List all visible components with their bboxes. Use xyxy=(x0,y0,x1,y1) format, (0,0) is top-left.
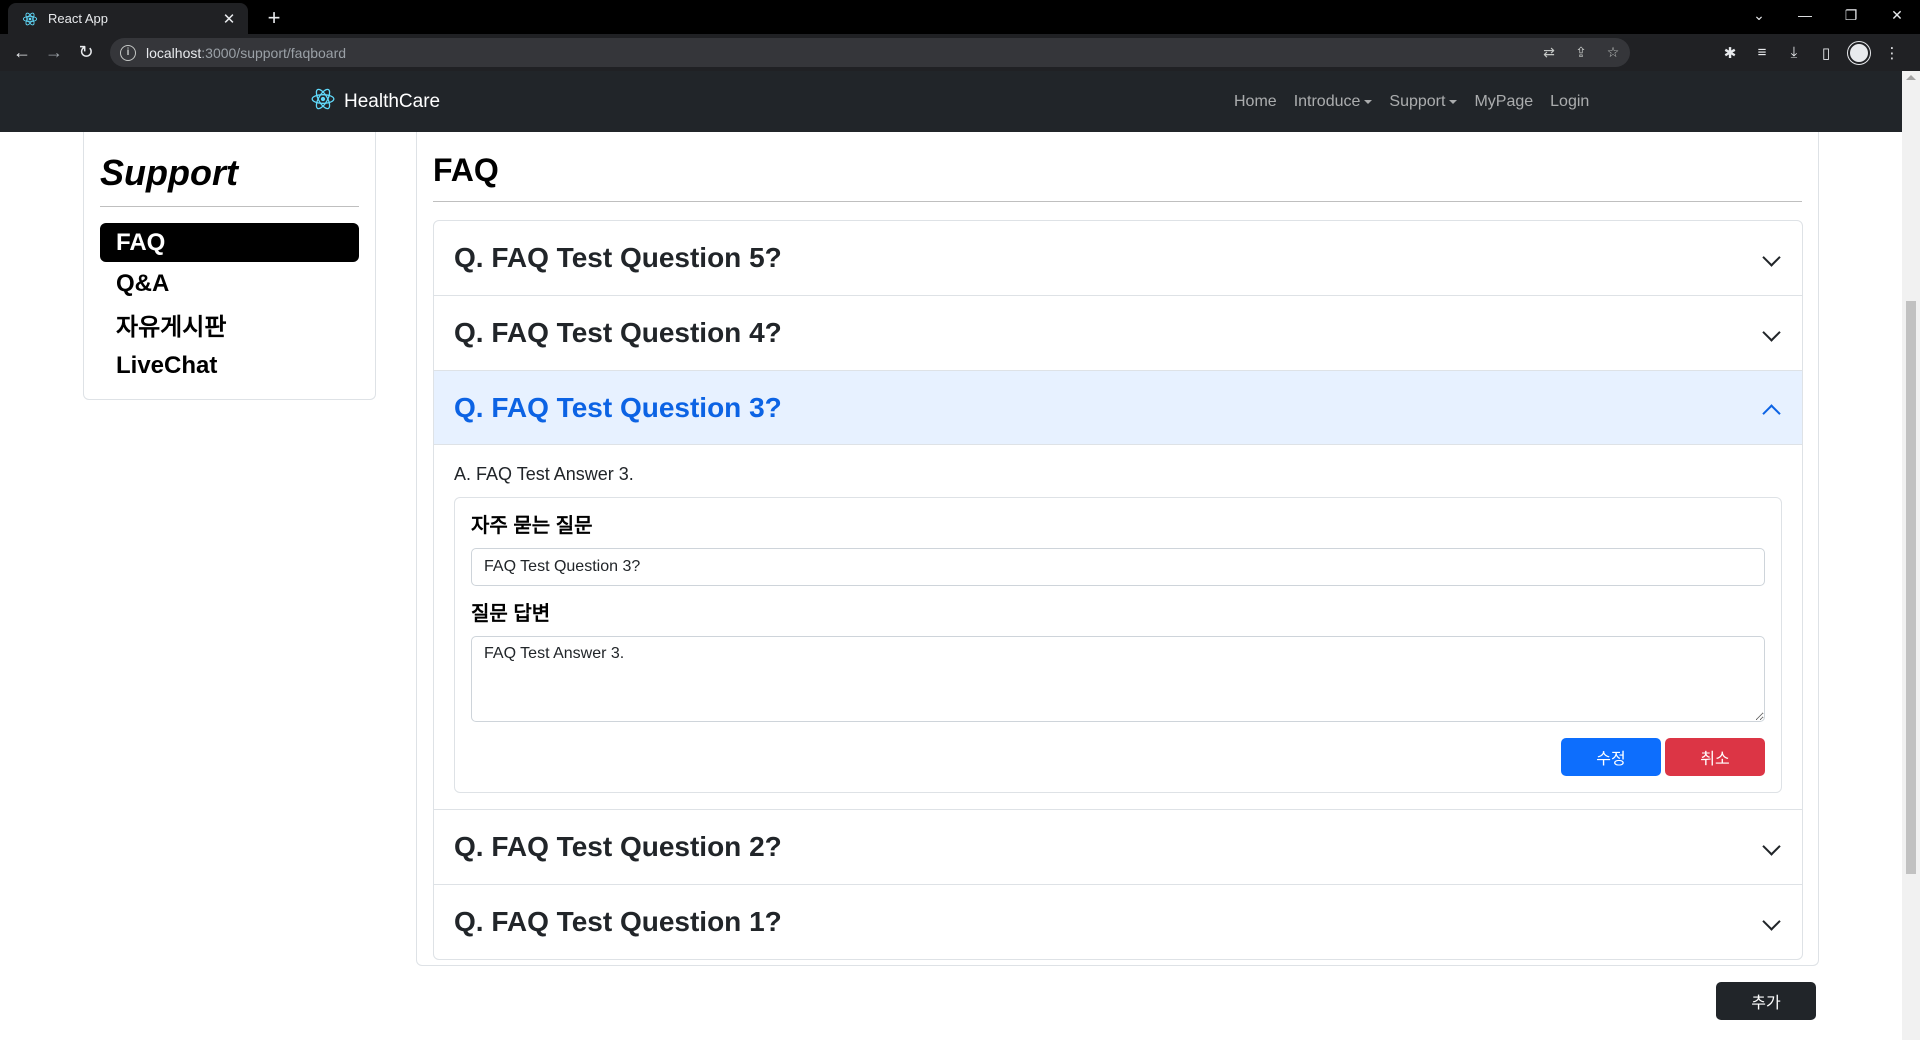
scroll-thumb[interactable] xyxy=(1906,301,1916,874)
form-actions: 수정 취소 xyxy=(471,738,1765,776)
faq-question-toggle[interactable]: Q. FAQ Test Question 3? xyxy=(434,371,1802,445)
profile-avatar[interactable] xyxy=(1848,41,1870,64)
browser-tab-strip: React App ✕ + ⌄ — ❐ ✕ xyxy=(0,0,1920,34)
faq-panel: FAQ Q. FAQ Test Question 5? Q. FAQ Test … xyxy=(416,132,1819,966)
add-faq-button[interactable]: 추가 xyxy=(1716,982,1816,1020)
sidebar-item-faq[interactable]: FAQ xyxy=(100,223,359,262)
chevron-down-icon xyxy=(1762,323,1781,342)
tab-title: React App xyxy=(48,11,108,26)
faq-question-toggle[interactable]: Q. FAQ Test Question 2? xyxy=(434,810,1802,884)
brand-link[interactable]: HealthCare xyxy=(310,71,440,132)
bookmark-star-icon[interactable]: ☆ xyxy=(1604,44,1622,61)
faq-item: Q. FAQ Test Question 2? xyxy=(434,810,1802,885)
update-button[interactable]: 수정 xyxy=(1561,738,1661,776)
caret-down-icon xyxy=(1449,99,1458,104)
forward-icon[interactable]: → xyxy=(38,37,70,69)
address-bar[interactable]: i localhost:3000/support/faqboard ⇄ ⇪ ☆ xyxy=(110,38,1630,67)
media-queue-icon[interactable]: ≡ xyxy=(1752,44,1772,61)
faq-question-toggle[interactable]: Q. FAQ Test Question 4? xyxy=(434,296,1802,370)
question-label: 자주 묻는 질문 xyxy=(471,515,593,537)
new-tab-icon[interactable]: + xyxy=(260,4,288,32)
more-menu-icon[interactable]: ⋮ xyxy=(1882,44,1902,62)
faq-accordion: Q. FAQ Test Question 5? Q. FAQ Test Ques… xyxy=(433,220,1803,960)
nav-support-dropdown[interactable]: Support xyxy=(1389,92,1458,111)
nav-mypage[interactable]: MyPage xyxy=(1474,93,1533,111)
faq-question-toggle[interactable]: Q. FAQ Test Question 5? xyxy=(434,221,1802,295)
browser-tab[interactable]: React App ✕ xyxy=(8,3,248,34)
chevron-down-icon xyxy=(1762,912,1781,931)
answer-textarea[interactable]: FAQ Test Answer 3. xyxy=(471,636,1765,722)
share-icon[interactable]: ⇪ xyxy=(1572,44,1590,61)
faq-answer: A. FAQ Test Answer 3. xyxy=(454,464,634,484)
app-navbar: HealthCare Home Introduce Support MyPage… xyxy=(0,71,1902,132)
page-title: FAQ xyxy=(433,152,499,188)
faq-question: Q. FAQ Test Question 1? xyxy=(454,906,782,937)
download-icon[interactable]: ⤓ xyxy=(1784,44,1804,61)
react-logo-icon xyxy=(310,86,336,117)
answer-label: 질문 답변 xyxy=(471,603,551,625)
nav-links: Home Introduce Support MyPage Login xyxy=(1234,71,1589,132)
nav-introduce-dropdown[interactable]: Introduce xyxy=(1294,93,1373,111)
back-icon[interactable]: ← xyxy=(6,37,38,69)
extensions-icon[interactable]: ✱ xyxy=(1720,44,1740,62)
side-panel-icon[interactable]: ▯ xyxy=(1816,44,1836,62)
nav-login[interactable]: Login xyxy=(1550,93,1589,111)
faq-question: Q. FAQ Test Question 4? xyxy=(454,317,782,348)
close-tab-icon[interactable]: ✕ xyxy=(220,10,238,28)
nav-home[interactable]: Home xyxy=(1234,93,1277,111)
faq-item: Q. FAQ Test Question 5? xyxy=(434,221,1802,296)
faq-edit-form: 자주 묻는 질문 질문 답변 FAQ Test Answer 3. 수정 취소 xyxy=(454,497,1782,793)
faq-question: Q. FAQ Test Question 5? xyxy=(454,242,782,273)
title-divider xyxy=(433,201,1802,202)
close-window-icon[interactable]: ✕ xyxy=(1874,0,1920,30)
faq-item: Q. FAQ Test Question 4? xyxy=(434,296,1802,371)
page-scrollbar[interactable] xyxy=(1902,71,1920,1040)
scroll-up-arrow-icon[interactable] xyxy=(1906,75,1916,80)
chevron-down-icon xyxy=(1762,248,1781,267)
question-input[interactable] xyxy=(471,548,1765,586)
cancel-button[interactable]: 취소 xyxy=(1665,738,1765,776)
browser-toolbar: ← → ↻ i localhost:3000/support/faqboard … xyxy=(0,34,1920,71)
chevron-up-icon xyxy=(1762,404,1781,423)
brand-name: HealthCare xyxy=(344,90,441,112)
url-path: :3000/support/faqboard xyxy=(201,44,347,61)
sidebar-item-livechat[interactable]: LiveChat xyxy=(100,346,359,385)
nav-support-label: Support xyxy=(1389,92,1446,110)
url-host: localhost xyxy=(146,44,202,61)
sidebar-item-qna[interactable]: Q&A xyxy=(100,264,359,303)
minimize-icon[interactable]: — xyxy=(1782,0,1828,30)
reload-icon[interactable]: ↻ xyxy=(70,37,102,69)
site-info-icon[interactable]: i xyxy=(120,44,136,61)
faq-item-expanded: Q. FAQ Test Question 3? A. FAQ Test Answ… xyxy=(434,371,1802,810)
translate-icon[interactable]: ⇄ xyxy=(1540,44,1558,61)
tab-search-icon[interactable]: ⌄ xyxy=(1736,0,1782,30)
restore-icon[interactable]: ❐ xyxy=(1828,0,1874,30)
sidebar-item-free-board[interactable]: 자유게시판 xyxy=(100,305,359,344)
support-sidebar: Support FAQ Q&A 자유게시판 LiveChat xyxy=(83,132,376,400)
caret-down-icon xyxy=(1364,99,1373,104)
faq-question: Q. FAQ Test Question 3? xyxy=(454,392,782,423)
sidebar-title: Support xyxy=(100,152,238,193)
chevron-down-icon xyxy=(1762,837,1781,856)
faq-question-toggle[interactable]: Q. FAQ Test Question 1? xyxy=(434,885,1802,959)
react-icon xyxy=(22,11,38,27)
nav-introduce-label: Introduce xyxy=(1293,92,1361,110)
faq-answer-body: A. FAQ Test Answer 3. 자주 묻는 질문 질문 답변 FAQ… xyxy=(434,445,1802,809)
sidebar-divider xyxy=(100,206,359,207)
faq-question: Q. FAQ Test Question 2? xyxy=(454,831,782,862)
faq-item: Q. FAQ Test Question 1? xyxy=(434,885,1802,959)
